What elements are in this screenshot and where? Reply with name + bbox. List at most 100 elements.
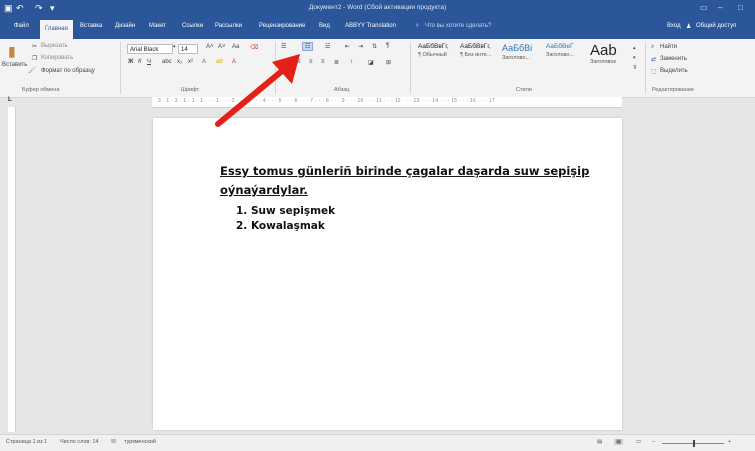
minimize-icon[interactable]: – [718,3,722,12]
window-title: Документ2 - Word (Сбой активации продукт… [308,4,447,11]
paragraph-group-label: Абзац [334,87,350,93]
style-normal[interactable]: АаБбВвГг, ¶ Обычный [418,43,458,79]
title-bar: ▣ ↶ ↷ ▾ Документ2 - Word (Сбой активации… [0,0,755,17]
increase-indent-icon[interactable]: ⇥ [358,43,363,50]
tab-mailings[interactable]: Рассылки [215,23,242,29]
style-caption: ¶ Без инте... [460,52,492,58]
sort-icon[interactable]: ⇅ [372,43,377,50]
editing-group-label: Редактирование [652,87,694,93]
style-sample: Aab [590,42,617,59]
style-caption: ¶ Обычный [418,52,447,58]
tab-insert[interactable]: Вставка [80,23,102,29]
read-mode-icon[interactable]: ▤ [597,439,602,445]
list-item[interactable]: 1. Suw sepişmek [236,204,335,219]
ribbon-display-icon[interactable]: ▭ [700,3,708,12]
document-page[interactable]: Essy tomus günleriñ birinde çagalar daşa… [153,118,622,430]
style-caption: Заголово... [546,52,575,58]
vertical-ruler[interactable] [8,107,16,432]
lightbulb-icon: ♀ [415,23,420,29]
zoom-slider-thumb[interactable] [693,440,695,447]
proofing-icon[interactable]: ☒ [111,439,116,445]
borders-icon[interactable]: ⊞ [386,59,391,66]
group-divider [645,42,646,94]
style-heading-2[interactable]: АаБбВеГ Заголово... [546,43,586,79]
sign-in-link[interactable]: Вход [667,23,681,29]
share-button[interactable]: Общий доступ [696,23,736,29]
select-button[interactable]: Выделить [660,68,688,74]
style-sample: АаБбВвГг, [460,43,491,50]
styles-more-icon[interactable]: ⊽ [633,65,637,71]
style-no-spacing[interactable]: АаБбВвГг, ¶ Без инте... [460,43,500,79]
print-layout-icon[interactable]: ▦ [614,439,624,445]
chevron-down-icon[interactable]: ▾ [173,44,176,50]
format-painter-button[interactable]: Формат по образцу [41,68,95,74]
bold-icon[interactable]: Ж [128,59,133,65]
line-spacing-icon[interactable]: ↕ [350,59,353,65]
document-heading[interactable]: Essy tomus günleriñ birinde çagalar daşa… [220,162,600,200]
copy-button[interactable]: Копировать [41,55,73,61]
tab-view[interactable]: Вид [319,23,330,29]
numbered-list[interactable]: 1. Suw sepişmek 2. Kowalaşmak [236,204,335,234]
styles-scroll-down-icon[interactable]: ▾ [633,55,636,61]
tab-home[interactable]: Главная [40,20,73,39]
justify-icon[interactable]: ≣ [334,59,339,66]
group-divider [410,42,411,94]
tab-selector-icon[interactable]: L [8,97,12,103]
replace-button[interactable]: Заменить [660,56,687,62]
style-sample: АаБбВі [502,43,533,53]
strikethrough-icon[interactable]: abc [162,59,172,65]
styles-scroll-up-icon[interactable]: ▴ [633,45,636,51]
subscript-icon[interactable]: x₂ [177,59,182,65]
zoom-out-icon[interactable]: – [652,439,655,445]
pilcrow-icon[interactable]: ¶ [386,43,389,49]
shading-icon[interactable]: ◪ [368,59,374,66]
superscript-icon[interactable]: x² [188,59,193,65]
style-title[interactable]: Aab Заголовок [590,43,626,79]
word-count[interactable]: Число слов: 14 [60,439,99,445]
style-sample: АаБбВеГ [546,43,574,50]
select-icon: ⬚ [651,69,657,75]
decrease-indent-icon[interactable]: ⇤ [345,43,350,50]
multilevel-list-icon[interactable]: ☱ [325,43,330,50]
language-indicator[interactable]: туркменский [124,439,156,445]
format-painter-icon: 🖌 [28,68,36,74]
cut-icon: ✂ [32,44,38,50]
style-caption: Заголовок [590,59,616,65]
align-right-icon[interactable]: ≡ [321,59,325,65]
tab-layout[interactable]: Макет [149,23,166,29]
red-arrow-annotation [215,54,300,127]
font-size-select[interactable]: 14 [178,44,198,54]
styles-group-label: Стили [516,87,532,93]
replace-icon: ⇄ [651,57,657,63]
style-heading-1[interactable]: АаБбВі Заголово... [502,43,542,79]
find-icon: ⌕ [651,44,655,50]
status-bar: Страница 1 из 1 Число слов: 14 ☒ туркмен… [0,434,755,451]
list-item[interactable]: 2. Kowalaşmak [236,219,335,234]
tab-references[interactable]: Ссылки [182,23,203,29]
group-divider [120,42,121,94]
web-layout-icon[interactable]: ▭ [636,439,641,445]
italic-icon[interactable]: К [138,59,142,65]
clipboard-group-label: Буфер обмена [22,87,60,93]
tab-design[interactable]: Дизайн [115,23,135,29]
maximize-icon[interactable]: □ [738,3,743,12]
style-sample: АаБбВвГг, [418,43,449,50]
paste-button[interactable]: Вставить [2,62,27,68]
font-group-label: Шрифт [181,87,200,93]
user-icon: ♟ [686,24,692,30]
font-name-select[interactable]: Arial Black [127,44,173,54]
style-caption: Заголово... [502,55,531,61]
find-button[interactable]: Найти [660,44,677,50]
tell-me-input[interactable]: Что вы хотите сделать? [425,23,491,29]
tab-review[interactable]: Рецензирование [259,23,305,29]
zoom-in-icon[interactable]: + [728,439,731,445]
tab-file[interactable]: Файл [14,23,29,29]
page-count[interactable]: Страница 1 из 1 [6,439,47,445]
ribbon-tabs: Файл Главная Вставка Дизайн Макет Ссылки… [0,17,755,39]
tab-abbyy[interactable]: ABBYY Translation [345,23,396,29]
cut-button[interactable]: Вырезать [41,43,68,49]
copy-icon: ❐ [32,56,38,62]
paste-icon: ▮ [8,43,16,59]
underline-icon[interactable]: Ч [147,59,151,65]
ribbon: ▮ Вставить ✂ Вырезать ❐ Копировать 🖌 Фор… [0,39,755,98]
